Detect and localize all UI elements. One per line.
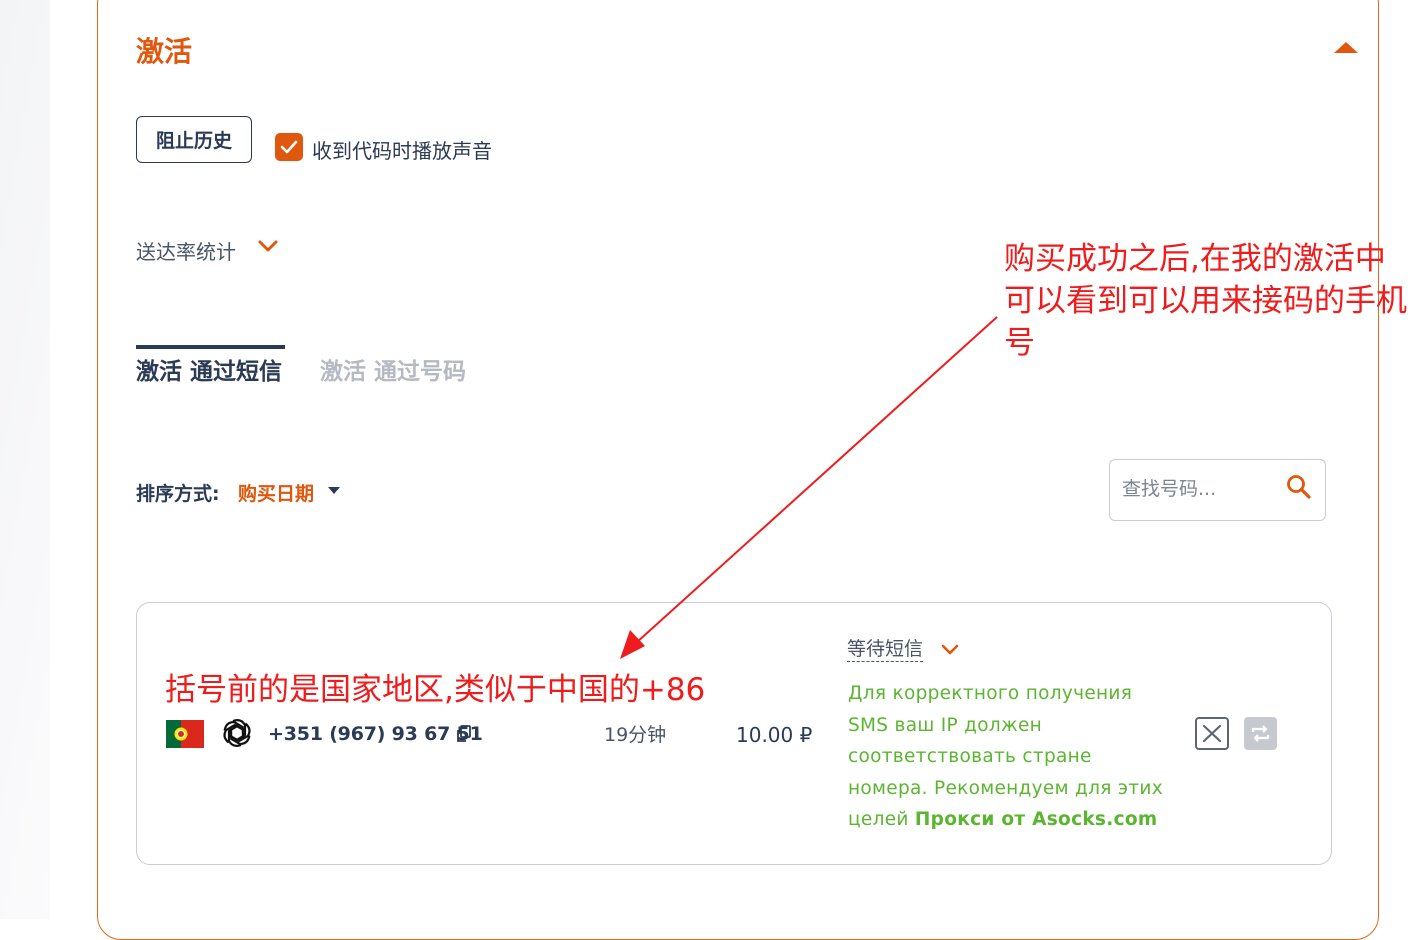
annotation-note-top: 购买成功之后,在我的激活中可以看到可以用来接码的手机号 [1004,241,1407,361]
annotation-arrow [620,316,998,659]
annotation-note-bottom: 括号前的是国家地区,类似于中国的+86 [165,672,706,708]
